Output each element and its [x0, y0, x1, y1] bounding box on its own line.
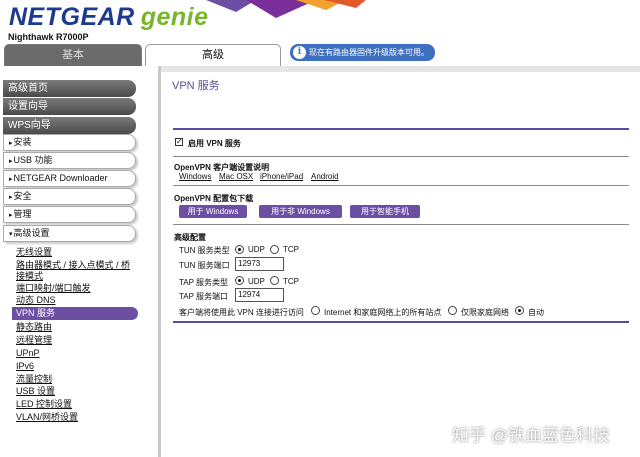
sidebar-group-downloader[interactable]: ▸NETGEAR Downloader (BETA) [3, 170, 136, 199]
logo-swoosh-graphic [206, 0, 366, 18]
sidebar-item-router-mode[interactable]: 路由器模式 / 接入点模式 / 桥接模式 [16, 260, 136, 282]
tap-udp-radio[interactable] [235, 276, 244, 285]
sidebar-group-setup[interactable]: ▸安装 [3, 134, 136, 151]
sidebar-group-label: 安装 [13, 137, 32, 147]
sidebar-item-wps-wizard[interactable]: WPS向导 [3, 117, 136, 134]
sidebar-group-security[interactable]: ▸安全 [3, 188, 136, 205]
router-model: Nighthawk R7000P [8, 32, 89, 42]
tap-type-label: TAP 服务类型 [179, 278, 229, 287]
info-icon: i [293, 46, 306, 59]
section-divider [173, 156, 629, 157]
sidebar-item-setup-wizard[interactable]: 设置向导 [3, 98, 136, 115]
access-home-only-label: 仅限家庭网络 [461, 308, 509, 317]
link-mac-osx[interactable]: Mac OSX [219, 172, 253, 181]
link-iphone-ipad[interactable]: iPhone/iPad [260, 172, 303, 181]
advanced-config-title: 高级配置 [174, 233, 206, 242]
expand-arrow-icon: ▸ [9, 212, 13, 219]
sidebar-item-usb-settings[interactable]: USB 设置 [16, 386, 136, 397]
sidebar-item-traffic-control[interactable]: 流量控制 [16, 374, 136, 385]
zhihu-watermark: 知乎 @铁血蓝色科技 [452, 426, 610, 445]
sidebar-group-label: USB 功能 [13, 155, 53, 165]
sidebar-item-ipv6[interactable]: IPv6 [16, 361, 136, 372]
sidebar-group-label: 安全 [13, 191, 32, 201]
firmware-update-text: 现在有路由器固件升级版本可用。 [309, 48, 429, 57]
netgear-genie-logo: NETGEAR genie [9, 3, 209, 32]
sidebar-group-usb[interactable]: ▸USB 功能 [3, 152, 136, 169]
sidebar-item-vpn-service[interactable]: VPN 服务 [12, 307, 138, 320]
tab-advanced[interactable]: 高级 [145, 44, 281, 66]
tun-port-input[interactable]: 12973 [235, 257, 284, 271]
sidebar-item-remote-management[interactable]: 远程管理 [16, 335, 136, 346]
tap-port-label: TAP 服务端口 [179, 292, 229, 301]
tun-udp-label: UDP [248, 245, 265, 254]
section-divider [173, 128, 629, 130]
enable-vpn-label: 启用 VPN 服务 [188, 139, 241, 148]
sidebar-group-label: 管理 [13, 209, 32, 219]
tap-port-input[interactable]: 12974 [235, 288, 284, 302]
tab-basic[interactable]: 基本 [4, 44, 142, 66]
tap-tcp-label: TCP [283, 277, 299, 286]
sidebar-item-dynamic-dns[interactable]: 动态 DNS [16, 295, 136, 306]
section-divider [173, 321, 629, 323]
tun-tcp-radio[interactable] [270, 245, 279, 254]
section-divider [173, 185, 629, 186]
expand-arrow-icon: ▸ [9, 194, 13, 201]
tun-udp-radio[interactable] [235, 245, 244, 254]
tap-udp-label: UDP [248, 277, 265, 286]
tap-tcp-radio[interactable] [270, 276, 279, 285]
sidebar-item-static-routes[interactable]: 静态路由 [16, 322, 136, 333]
expand-arrow-icon: ▸ [9, 176, 13, 183]
expand-arrow-icon: ▸ [9, 158, 13, 165]
download-windows-button[interactable]: 用于 Windows [179, 205, 247, 218]
download-non-windows-button[interactable]: 用于非 Windows [259, 205, 342, 218]
access-all-sites-radio[interactable] [311, 306, 320, 315]
genie-name: genie [140, 3, 209, 31]
collapse-arrow-icon: ▾ [9, 231, 13, 238]
access-auto-label: 自动 [528, 308, 544, 317]
brand-name: NETGEAR [9, 3, 135, 31]
access-all-sites-label: Internet 和家庭网络上的所有站点 [324, 308, 442, 317]
sidebar-item-upnp[interactable]: UPnP [16, 348, 136, 359]
section-divider [173, 224, 629, 225]
sidebar: 高级首页 设置向导 WPS向导 ▸安装 ▸USB 功能 ▸NETGEAR Dow… [0, 66, 158, 457]
tun-port-label: TUN 服务端口 [179, 261, 230, 270]
access-home-only-radio[interactable] [448, 306, 457, 315]
download-smartphone-button[interactable]: 用于智能手机 [350, 205, 420, 218]
sidebar-item-advanced-home[interactable]: 高级首页 [3, 80, 136, 97]
sidebar-item-led-control[interactable]: LED 控制设置 [16, 399, 136, 410]
expand-arrow-icon: ▸ [9, 140, 13, 147]
enable-vpn-checkbox[interactable]: ✓ [175, 138, 183, 146]
sidebar-item-port-forwarding[interactable]: 端口映射/端口触发 [16, 283, 136, 294]
sidebar-item-wireless-settings[interactable]: 无线设置 [16, 247, 136, 258]
link-android[interactable]: Android [311, 172, 339, 181]
access-auto-radio[interactable] [515, 306, 524, 315]
sidebar-item-vlan-bridge[interactable]: VLAN/网桥设置 [16, 412, 136, 423]
sidebar-group-advanced-settings[interactable]: ▾高级设置 [3, 225, 136, 242]
firmware-update-notice[interactable]: i 现在有路由器固件升级版本可用。 [290, 44, 435, 61]
config-download-title: OpenVPN 配置包下载 [174, 194, 254, 203]
header: NETGEAR genie Nighthawk R7000P 基本 高级 i 现在… [0, 0, 640, 66]
main-panel: VPN 服务 ✓ 启用 VPN 服务 OpenVPN 客户端设置说明 Windo… [161, 66, 640, 457]
sidebar-group-label: 高级设置 [13, 228, 50, 238]
tun-type-label: TUN 服务类型 [179, 246, 230, 255]
sidebar-group-management[interactable]: ▸管理 [3, 206, 136, 223]
tun-tcp-label: TCP [283, 245, 299, 254]
main-top-bar [161, 66, 640, 72]
vpn-access-label: 客户端将使用此 VPN 连接进行访问 [179, 308, 304, 317]
page-title: VPN 服务 [172, 80, 220, 92]
link-windows[interactable]: Windows [179, 172, 211, 181]
